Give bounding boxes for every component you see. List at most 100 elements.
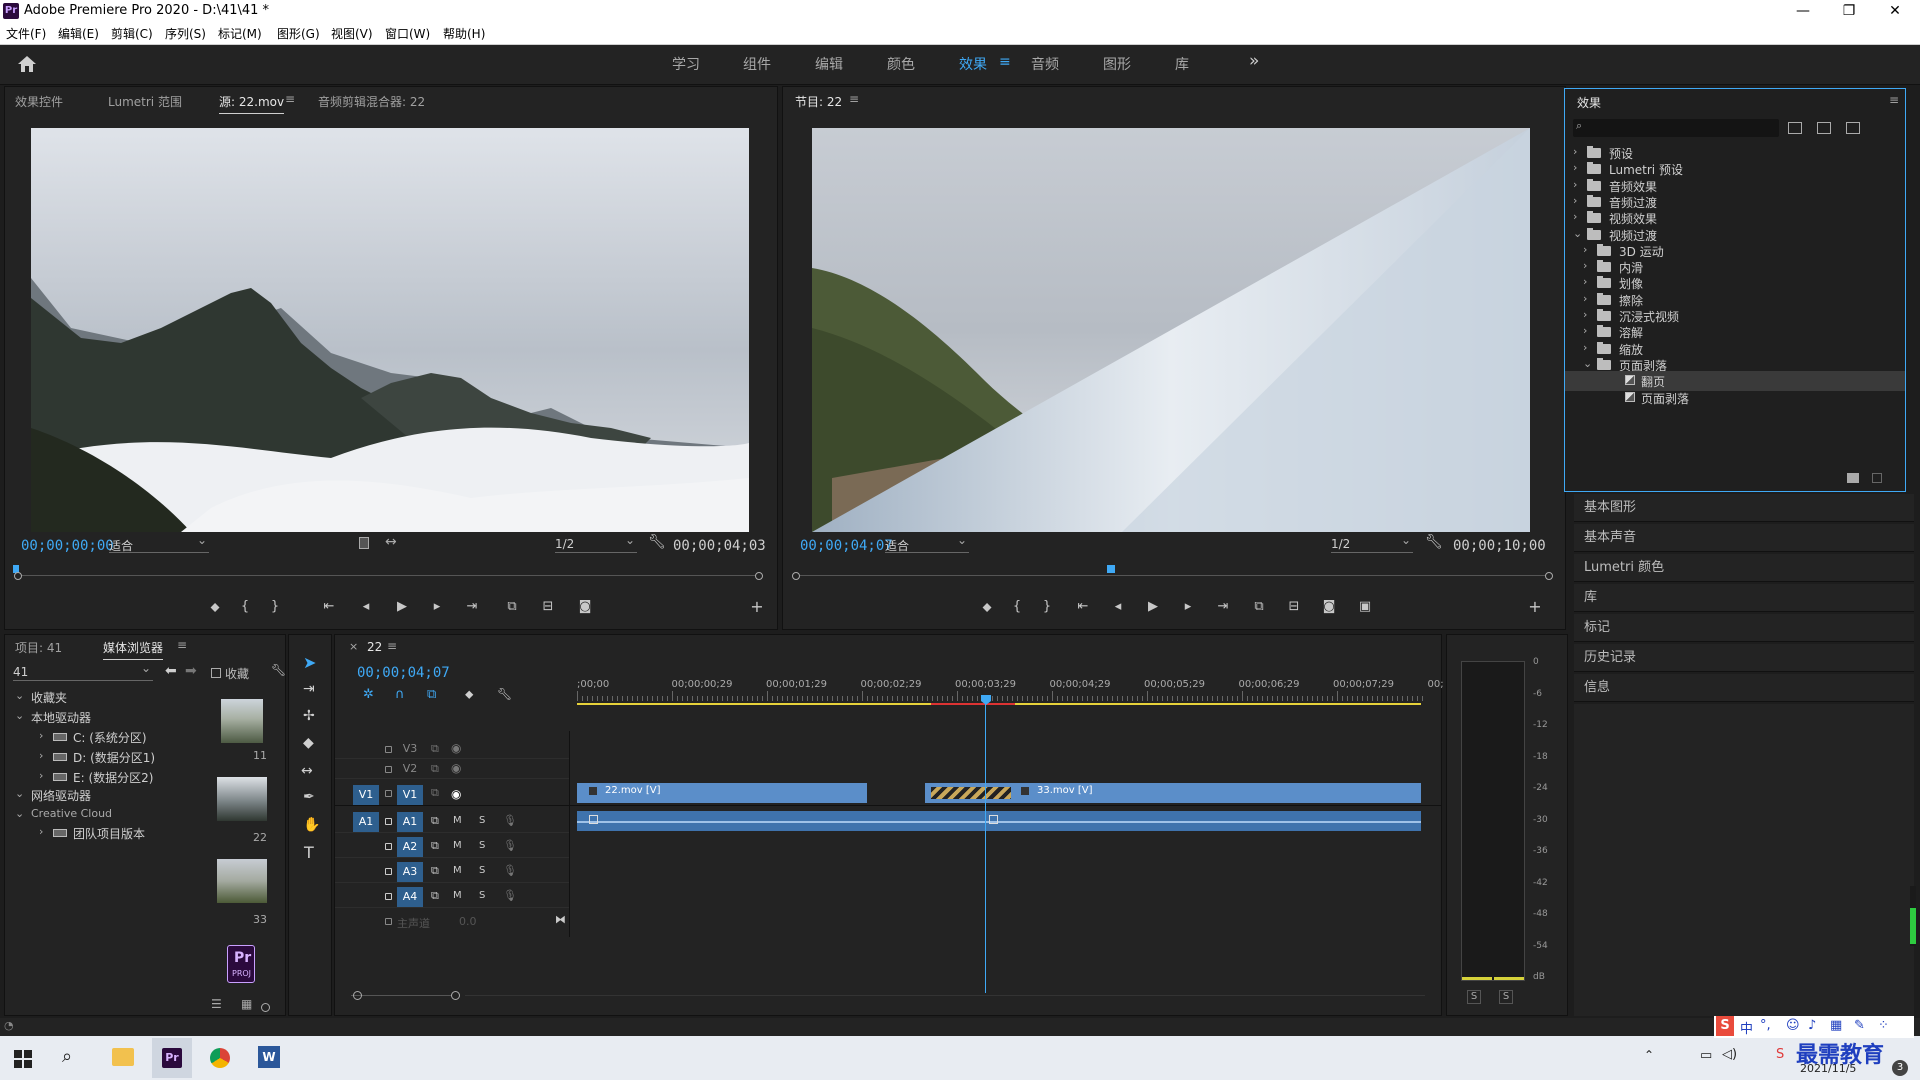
chevron-right-icon[interactable]: ›: [1583, 243, 1587, 256]
tray-chevron-icon[interactable]: ⌃: [1644, 1048, 1654, 1062]
media-wrench-icon[interactable]: 🔧︎: [271, 663, 286, 677]
workspace-editing[interactable]: 编辑: [815, 54, 843, 74]
chevron-right-icon[interactable]: ›: [39, 749, 43, 762]
mute-button[interactable]: M: [453, 890, 462, 901]
notification-badge[interactable]: 3: [1892, 1060, 1908, 1076]
close-button[interactable]: ✕: [1872, 0, 1918, 22]
program-add-marker-icon[interactable]: ⬥: [977, 600, 997, 615]
mic-icon[interactable]: 🎙︎: [503, 864, 517, 877]
mark-out-icon[interactable]: }: [265, 599, 285, 614]
button-editor-icon[interactable]: +: [747, 597, 767, 616]
source-scrub-bar[interactable]: [19, 575, 763, 576]
new-bin-icon[interactable]: [1847, 473, 1859, 483]
32bit-effects-icon[interactable]: [1817, 122, 1831, 134]
comparison-view-icon[interactable]: ▣: [1355, 599, 1375, 614]
track-target-a2[interactable]: A2: [397, 837, 423, 857]
step-forward-icon[interactable]: ▸: [427, 599, 447, 614]
media-tree-item[interactable]: ⌄ Creative Cloud: [5, 805, 205, 825]
program-mark-out-icon[interactable]: }: [1037, 599, 1057, 614]
program-fit-dropdown[interactable]: 适合: [885, 533, 969, 553]
source-patch-a1[interactable]: A1: [353, 812, 379, 832]
side-panel-tab[interactable]: 历史记录: [1574, 644, 1914, 672]
program-step-back-icon[interactable]: ◂: [1108, 599, 1128, 614]
workspace-overflow-icon[interactable]: »: [1249, 51, 1259, 71]
chevron-right-icon[interactable]: ›: [1583, 275, 1587, 288]
clip-thumbnail-11[interactable]: [221, 699, 263, 743]
windows-start-icon[interactable]: [14, 1050, 32, 1068]
menu-sequence[interactable]: 序列(S): [165, 25, 206, 42]
right-scroll-thumb[interactable]: [1910, 908, 1916, 944]
workspace-menu-icon[interactable]: ≡: [999, 54, 1011, 70]
sync-lock-icon[interactable]: ⧉: [431, 762, 439, 776]
chevron-right-icon[interactable]: ›: [1573, 210, 1577, 223]
chevron-right-icon[interactable]: ›: [1583, 292, 1587, 305]
ime-voice-icon[interactable]: ♪: [1808, 1018, 1816, 1033]
program-scrub-end[interactable]: [1545, 572, 1553, 580]
sync-lock-icon[interactable]: ⧉: [431, 742, 439, 756]
side-panel-tab[interactable]: Lumetri 颜色: [1574, 554, 1914, 582]
ime-s-icon[interactable]: S: [1776, 1047, 1784, 1062]
solo-left-button[interactable]: S: [1467, 990, 1481, 1004]
taskbar-search-icon[interactable]: ⌕: [62, 1046, 72, 1067]
program-resolution-dropdown[interactable]: 1/2: [1331, 533, 1413, 553]
menu-window[interactable]: 窗口(W): [385, 25, 430, 42]
zoom-slider-handle[interactable]: [261, 1003, 270, 1012]
mute-button[interactable]: M: [453, 815, 462, 826]
sync-lock-icon[interactable]: ⧉: [431, 839, 439, 853]
horizontal-scroll-track[interactable]: [465, 995, 1425, 996]
chevron-down-icon[interactable]: ⌄: [15, 807, 24, 820]
track-lock-icon[interactable]: [385, 766, 392, 773]
program-scrub-start[interactable]: [792, 572, 800, 580]
home-icon[interactable]: [17, 55, 37, 73]
tab-source[interactable]: 源: 22.mov: [219, 93, 285, 114]
chevron-right-icon[interactable]: ›: [39, 769, 43, 782]
track-lock-icon[interactable]: [385, 746, 392, 753]
menu-marker[interactable]: 标记(M): [218, 25, 262, 42]
insert-icon[interactable]: ⧉: [502, 599, 522, 614]
back-arrow-icon[interactable]: ⬅: [165, 663, 177, 679]
eye-icon[interactable]: ◉: [451, 741, 461, 755]
delete-icon[interactable]: [1872, 473, 1882, 483]
go-to-out-icon[interactable]: ⇥: [462, 599, 482, 614]
track-lock-icon[interactable]: [385, 818, 392, 825]
mic-icon[interactable]: 🎙︎: [503, 839, 517, 852]
source-patch-v1[interactable]: V1: [353, 785, 379, 805]
chevron-right-icon[interactable]: ›: [1583, 341, 1587, 354]
solo-button[interactable]: S: [479, 815, 485, 826]
chevron-down-icon[interactable]: ⌄: [1583, 357, 1592, 370]
chevron-right-icon[interactable]: ›: [1573, 161, 1577, 174]
ime-skin-icon[interactable]: ✎: [1854, 1018, 1865, 1033]
eye-icon[interactable]: ◉: [451, 761, 461, 775]
chevron-right-icon[interactable]: ›: [39, 825, 43, 838]
maximize-button[interactable]: ❐: [1826, 0, 1872, 22]
hand-tool-icon[interactable]: ✋: [303, 817, 320, 833]
drag-video-icon[interactable]: ↔: [385, 534, 397, 550]
ime-emoji-icon[interactable]: ☺: [1786, 1018, 1800, 1033]
selection-tool-icon[interactable]: ➤: [303, 653, 316, 672]
slip-tool-icon[interactable]: ↔: [301, 763, 313, 779]
chevron-down-icon[interactable]: ⌄: [15, 709, 24, 722]
side-panel-tab[interactable]: 标记: [1574, 614, 1914, 642]
solo-button[interactable]: S: [479, 890, 485, 901]
extract-icon[interactable]: ⊟: [1284, 599, 1304, 614]
program-go-to-in-icon[interactable]: ⇤: [1073, 599, 1093, 614]
workspace-effects[interactable]: 效果: [959, 54, 987, 74]
transition-page-turn[interactable]: [931, 787, 1011, 799]
media-tree-item[interactable]: › 团队项目版本: [5, 823, 205, 843]
zoom-scrollbar-track[interactable]: [351, 995, 451, 996]
menu-clip[interactable]: 剪辑(C): [111, 25, 153, 42]
mic-icon[interactable]: 🎙︎: [503, 814, 517, 827]
track-target-v2[interactable]: V2: [397, 759, 423, 779]
razor-tool-icon[interactable]: ◆: [303, 735, 314, 751]
chevron-right-icon[interactable]: ›: [1573, 145, 1577, 158]
minimize-button[interactable]: —: [1780, 0, 1826, 22]
side-panel-tab[interactable]: 信息: [1574, 674, 1914, 702]
program-play-icon[interactable]: ▶: [1143, 599, 1163, 614]
overwrite-icon[interactable]: ⊟: [538, 599, 558, 614]
menu-graphics[interactable]: 图形(G): [277, 25, 320, 42]
menu-view[interactable]: 视图(V): [331, 25, 373, 42]
track-select-tool-icon[interactable]: ⇥: [303, 681, 315, 697]
program-go-to-out-icon[interactable]: ⇥: [1213, 599, 1233, 614]
workspace-learn[interactable]: 学习: [672, 54, 700, 74]
ime-punct-icon[interactable]: °,: [1760, 1018, 1771, 1033]
